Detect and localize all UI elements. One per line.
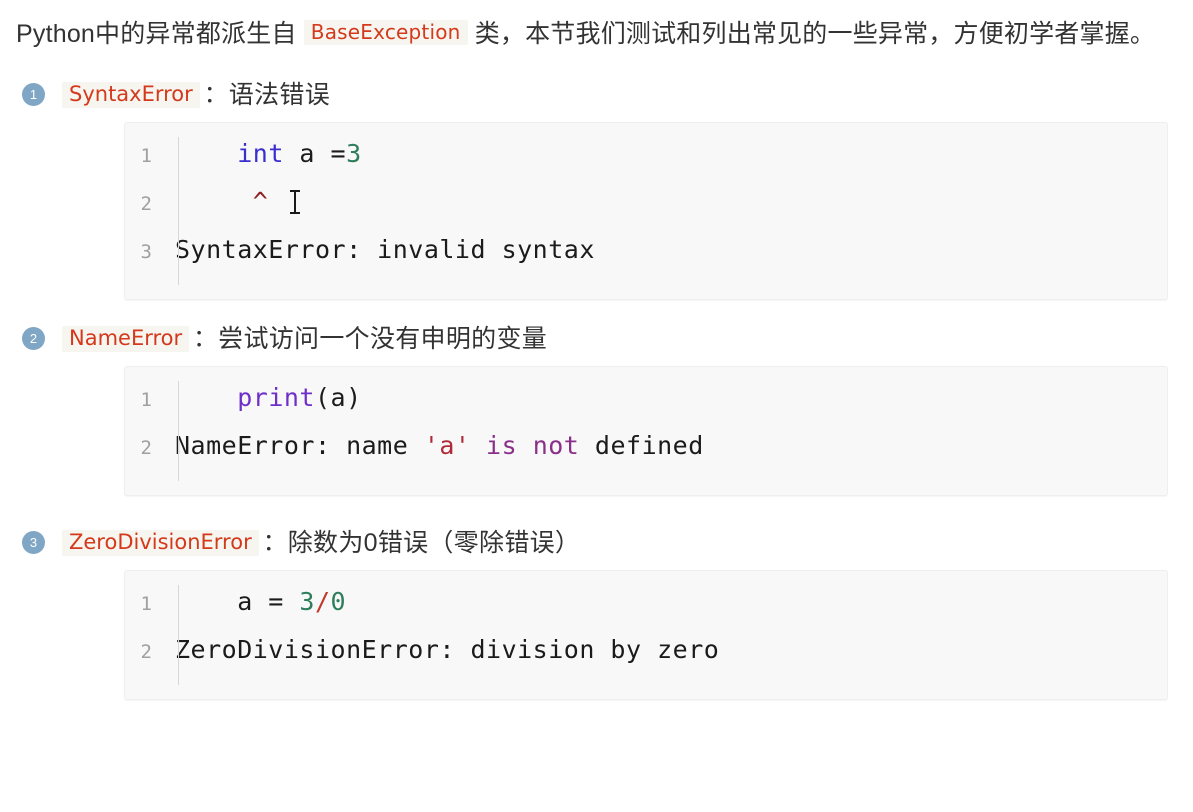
line-number: 2 xyxy=(140,641,152,663)
token-operator: / xyxy=(314,587,331,616)
list-number-badge: 1 xyxy=(22,83,45,106)
intro-text-before: Python中的异常都派生自 xyxy=(16,20,297,48)
token-caret: ^ xyxy=(252,187,269,216)
list-number-badge: 3 xyxy=(22,531,45,554)
exception-description: 语法错误 xyxy=(228,81,330,109)
exception-name-chip: ZeroDivisionError xyxy=(62,530,259,556)
token-number: 3 xyxy=(299,587,315,616)
token-plain: a = xyxy=(283,139,347,168)
token-plain: defined xyxy=(579,431,704,460)
text-cursor-icon xyxy=(290,190,301,216)
code-content: SyntaxError: invalid syntax xyxy=(175,235,595,264)
code-block: 1 a = 3/0 2 ZeroDivisionError: division … xyxy=(124,570,1168,700)
heading-separator: ： xyxy=(262,529,287,556)
code-block: 1 int a =3 2 ^ 3 SyntaxError: invalid sy… xyxy=(124,122,1168,300)
gutter-divider xyxy=(178,381,179,481)
code-line: 1 int a =3 xyxy=(125,139,1167,187)
heading-separator: ： xyxy=(203,81,228,108)
code-content: print(a) xyxy=(165,383,362,412)
code-content: int a =3 xyxy=(165,139,362,168)
code-line: 2 ZeroDivisionError: division by zero xyxy=(125,635,1167,683)
code-line: 1 a = 3/0 xyxy=(125,587,1167,635)
exception-description: 除数为0错误（零除错误） xyxy=(287,529,581,557)
exception-name-chip: NameError xyxy=(62,326,190,352)
code-line: 2 NameError: name 'a' is not defined xyxy=(125,431,1167,479)
list-item: 3 ZeroDivisionError ： 除数为0错误（零除错误） 1 a =… xyxy=(0,526,1193,700)
inline-code-baseexception: BaseException xyxy=(303,20,468,45)
heading-separator: ： xyxy=(193,325,218,352)
intro-text-after: 类，本节我们测试和列出常见的一些异常，方便初学者掌握。 xyxy=(474,20,1156,48)
article-page: Python中的异常都派生自 BaseException 类，本节我们测试和列出… xyxy=(0,0,1193,812)
list-item: 1 SyntaxError ： 语法错误 1 int a =3 2 ^ 3 Sy… xyxy=(0,78,1193,300)
code-content: a = 3/0 xyxy=(165,587,346,616)
token-builtin: is not xyxy=(486,431,580,460)
token-plain: a = xyxy=(175,587,300,616)
code-content: ^ xyxy=(165,187,301,216)
code-line: 1 print(a) xyxy=(125,383,1167,431)
exception-name-chip: SyntaxError xyxy=(62,82,200,108)
token-number: 3 xyxy=(346,139,362,168)
line-number: 3 xyxy=(140,241,152,263)
intro-paragraph: Python中的异常都派生自 BaseException 类，本节我们测试和列出… xyxy=(0,0,1193,56)
gutter-divider xyxy=(178,137,179,285)
code-line: 2 ^ xyxy=(125,187,1167,235)
token-function: print xyxy=(237,383,315,412)
list-item-heading: 2 NameError ： 尝试访问一个没有申明的变量 xyxy=(22,322,1193,356)
list-item: 2 NameError ： 尝试访问一个没有申明的变量 1 print(a) 2… xyxy=(0,322,1193,496)
list-item-heading: 1 SyntaxError ： 语法错误 xyxy=(22,78,1193,112)
list-number-badge: 2 xyxy=(22,327,45,350)
token-string: 'a' xyxy=(423,431,471,460)
token-plain: (a) xyxy=(314,383,362,412)
token-keyword: int xyxy=(237,139,284,168)
token-plain: NameError: name xyxy=(175,431,424,460)
line-number: 1 xyxy=(140,593,152,615)
line-number: 1 xyxy=(140,145,152,167)
line-number: 2 xyxy=(140,437,152,459)
code-line: 3 SyntaxError: invalid syntax xyxy=(125,235,1167,283)
list-item-heading: 3 ZeroDivisionError ： 除数为0错误（零除错误） xyxy=(22,526,1193,560)
line-number: 2 xyxy=(140,193,152,215)
code-block: 1 print(a) 2 NameError: name 'a' is not … xyxy=(124,366,1168,496)
code-content: ZeroDivisionError: division by zero xyxy=(175,635,720,664)
exception-description: 尝试访问一个没有申明的变量 xyxy=(218,325,548,353)
gutter-divider xyxy=(178,585,179,685)
line-number: 1 xyxy=(140,389,152,411)
token-number: 0 xyxy=(330,587,347,616)
code-content: NameError: name 'a' is not defined xyxy=(165,431,704,460)
